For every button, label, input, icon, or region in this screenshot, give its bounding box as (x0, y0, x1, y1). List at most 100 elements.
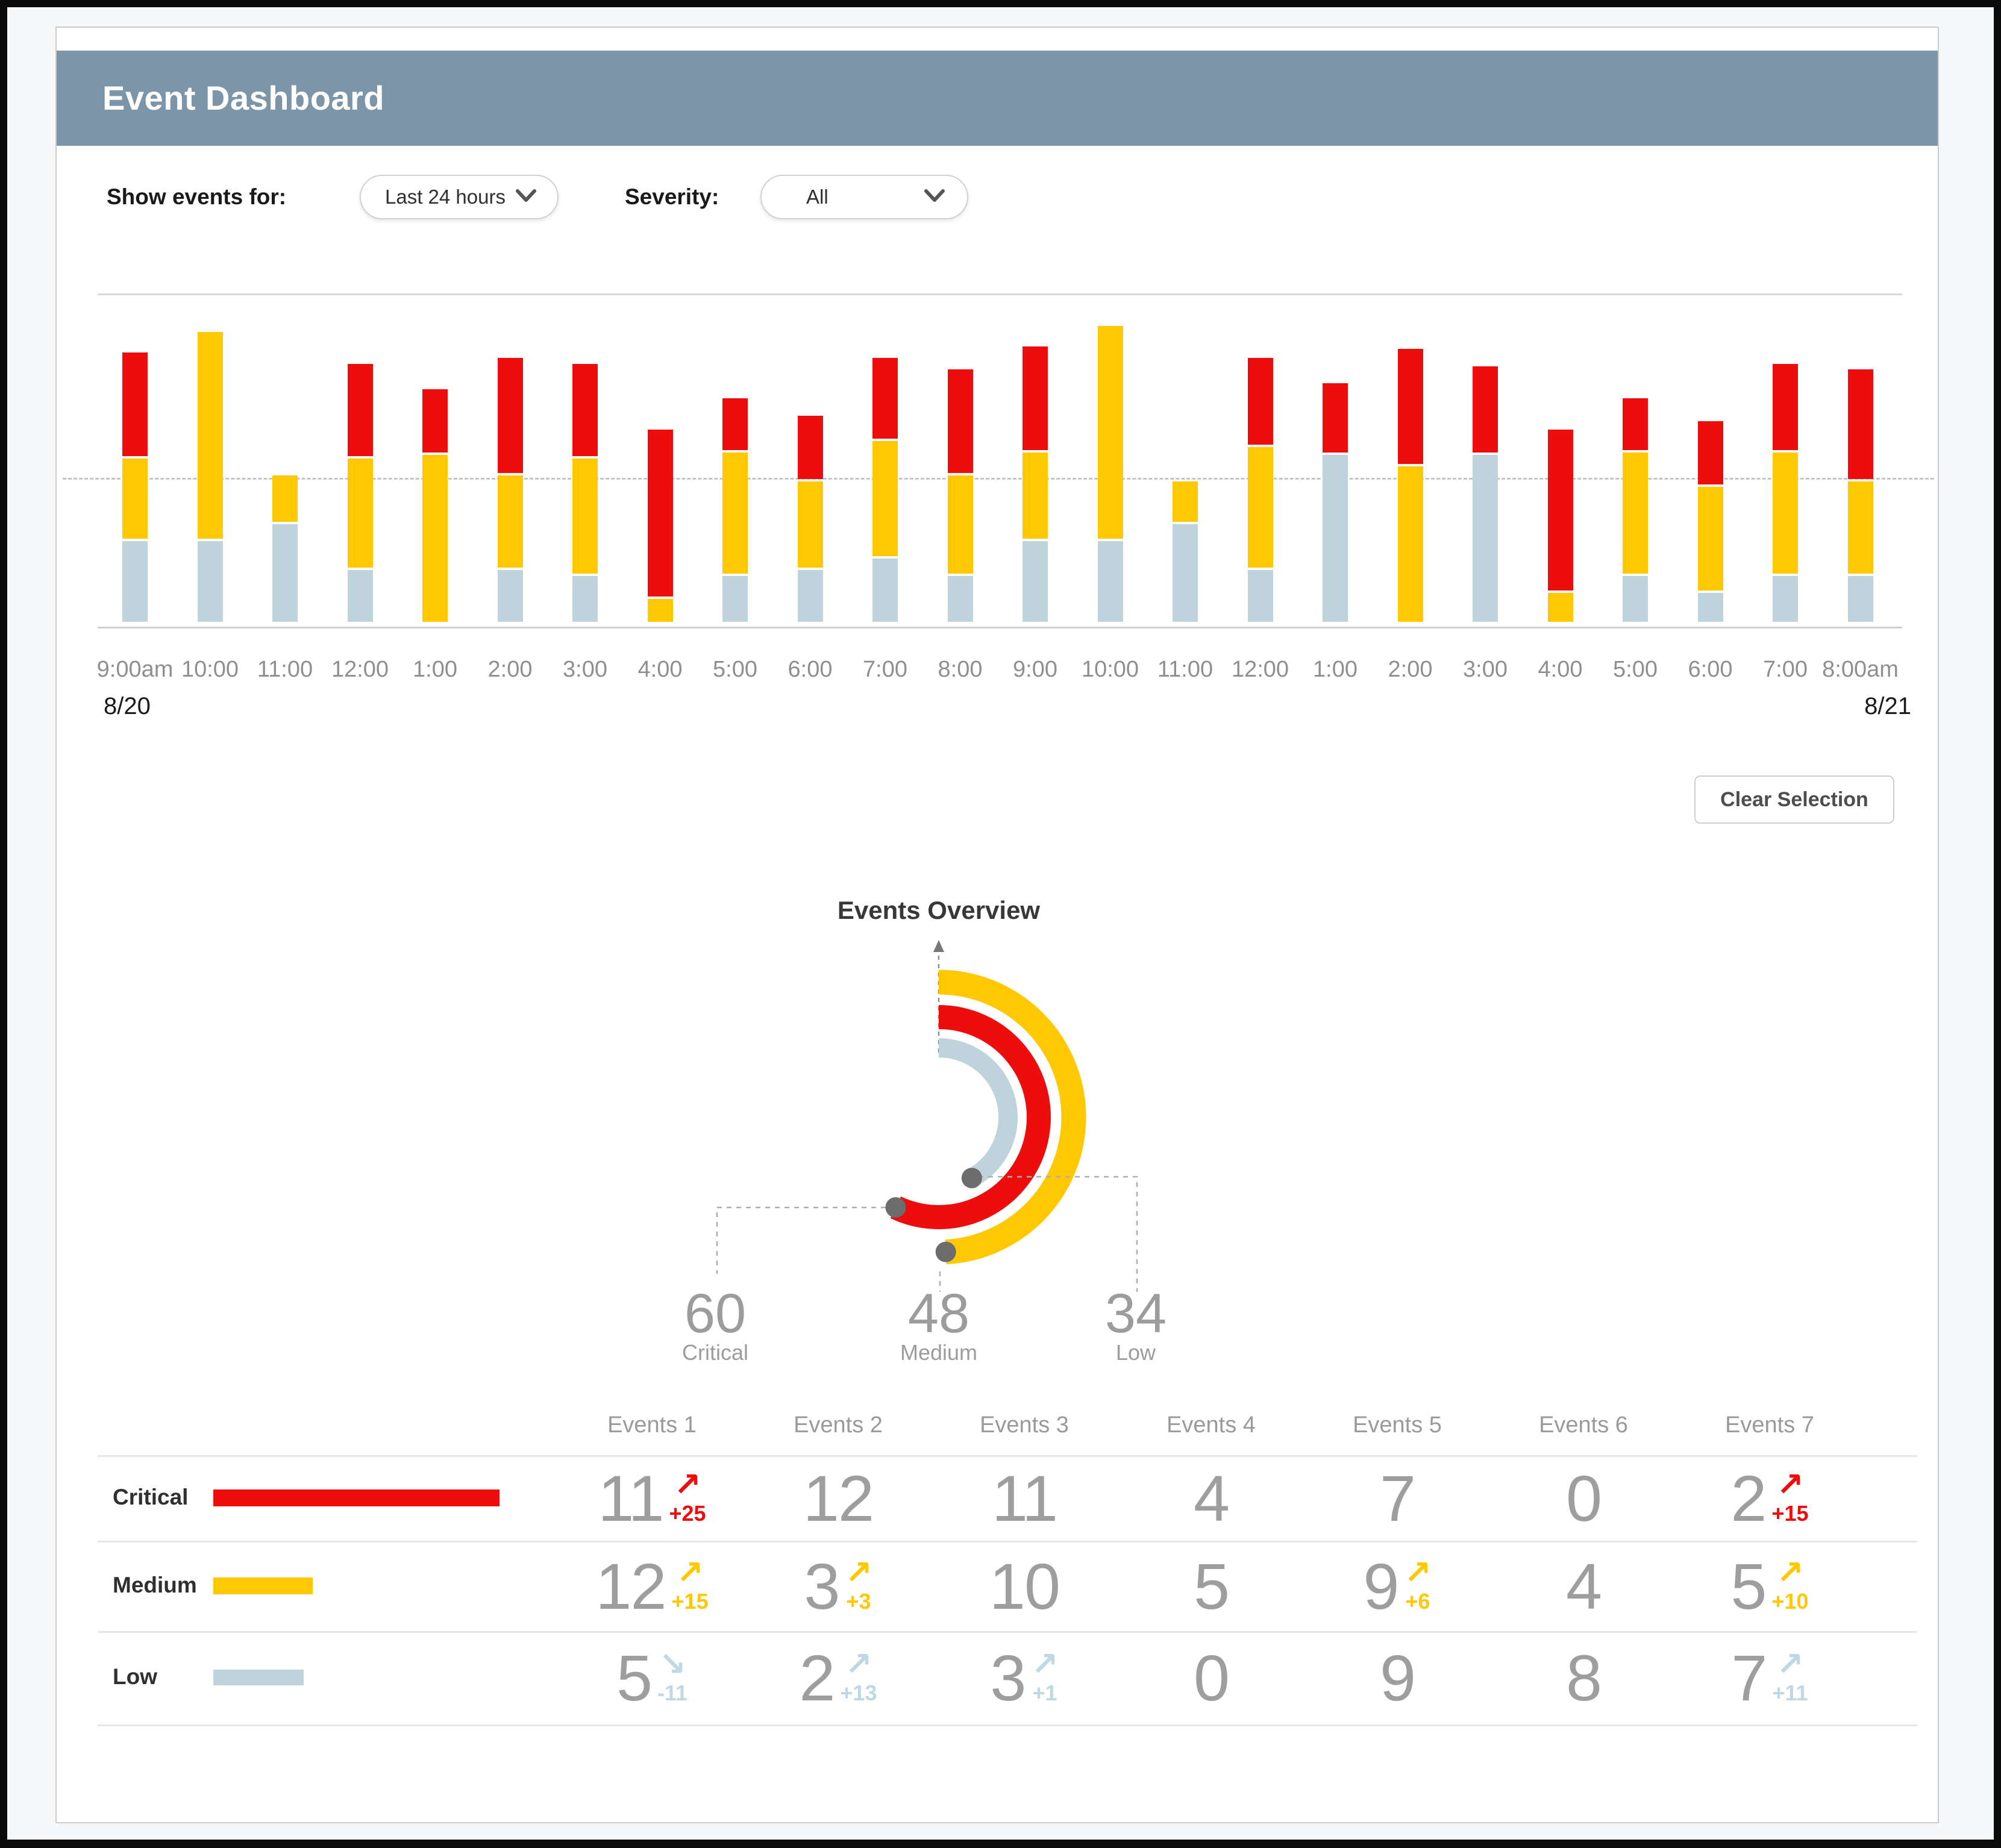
cell-value: 11 (598, 1461, 663, 1536)
table-cell: 7 (1304, 1455, 1491, 1541)
clear-selection-label: Clear Selection (1720, 788, 1868, 812)
bar-segment-critical (1398, 349, 1423, 464)
bar-segment-medium (948, 475, 973, 573)
bar-segment-medium (272, 475, 298, 521)
bar-segment-critical (872, 358, 898, 439)
cell-value: 10 (989, 1549, 1059, 1624)
bar-1:00-4[interactable] (422, 389, 448, 622)
bar-segment-medium (1022, 453, 1048, 539)
dashboard-card: Event Dashboard Show events for: Last 24… (55, 27, 1939, 1823)
bar-10:00-13[interactable] (1098, 326, 1123, 622)
bar-12:00-3[interactable] (348, 364, 373, 622)
trend-delta: +11 (1772, 1680, 1808, 1706)
table-cell: 3↗+1 (931, 1635, 1118, 1720)
page-background: Event Dashboard Show events for: Last 24… (7, 7, 1994, 1840)
threshold-gridline (63, 478, 1934, 480)
trend-up-arrow-icon: ↗ (674, 1470, 701, 1500)
bar-segment-critical (1022, 346, 1048, 450)
cell-value: 5 (1194, 1549, 1229, 1624)
table-cell: 0 (1490, 1455, 1677, 1541)
bar-6:00-21[interactable] (1698, 421, 1723, 622)
bar-segment-medium (798, 481, 823, 568)
bar-8:00am-23[interactable] (1848, 369, 1873, 622)
bar-segment-medium (648, 599, 673, 622)
table-cell: 11 (931, 1455, 1118, 1541)
bar-segment-medium (572, 459, 598, 574)
bar-10:00-1[interactable] (198, 332, 223, 622)
row-label-medium: Medium (113, 1573, 197, 1598)
bar-segment-medium (1773, 453, 1798, 574)
show-events-label: Show events for: (107, 175, 286, 219)
cell-value: 2 (1730, 1461, 1765, 1536)
bar-segment-medium (198, 332, 223, 539)
severity-dropdown[interactable]: All (760, 175, 968, 219)
trend-indicator: ↗+13 (841, 1649, 877, 1706)
bar-segment-low (948, 576, 973, 622)
trend-delta: +25 (669, 1501, 706, 1526)
cell-value: 2 (799, 1640, 834, 1715)
trend-delta: +13 (841, 1680, 877, 1706)
table-col-header: Events 5 (1304, 1412, 1491, 1438)
gauge-critical-label: Critical (625, 1340, 806, 1365)
table-col-header: Events 7 (1676, 1412, 1863, 1438)
table-cell: 11 ↗+25 (559, 1455, 745, 1541)
bar-segment-critical (1548, 430, 1573, 590)
trend-indicator: ↗+11 (1772, 1649, 1808, 1706)
bar-segment-critical (1773, 364, 1798, 450)
bar-7:00-22[interactable] (1773, 364, 1798, 622)
table-cell: 9↗+6 (1304, 1543, 1491, 1629)
bar-5:00-20[interactable] (1623, 398, 1648, 622)
bar-segment-critical (122, 352, 148, 456)
bar-4:00-7[interactable] (648, 430, 673, 622)
trend-down-arrow-icon: ↘ (659, 1649, 686, 1679)
bar-12:00-15[interactable] (1248, 358, 1273, 622)
table-cell: 9 (1304, 1635, 1491, 1720)
bar-3:00-18[interactable] (1473, 366, 1498, 622)
table-divider (98, 1541, 1917, 1543)
table-col-header: Events 6 (1490, 1412, 1677, 1438)
bar-segment-low (198, 541, 223, 622)
cell-value: 5 (616, 1640, 651, 1715)
bar-segment-medium (1623, 453, 1648, 574)
cell-value: 9 (1380, 1640, 1415, 1715)
header-bar: Event Dashboard (57, 51, 1938, 146)
gauge-low-label: Low (1045, 1340, 1226, 1365)
bar-segment-low (1698, 593, 1723, 622)
clear-selection-button[interactable]: Clear Selection (1694, 775, 1894, 824)
bar-7:00-10[interactable] (872, 358, 898, 622)
gauge-low-value: 34 (1045, 1282, 1226, 1345)
bar-segment-low (798, 570, 823, 622)
bar-4:00-19[interactable] (1548, 430, 1573, 622)
bar-9:00-12[interactable] (1022, 346, 1048, 622)
bar-11:00-14[interactable] (1173, 481, 1198, 622)
bar-8:00-11[interactable] (948, 369, 973, 622)
time-range-dropdown[interactable]: Last 24 hours (360, 175, 559, 219)
gauge-medium-label: Medium (848, 1340, 1029, 1365)
bar-9:00am-0[interactable] (122, 352, 148, 622)
cell-value: 5 (1730, 1549, 1765, 1624)
trend-delta: -11 (657, 1680, 687, 1706)
bar-3:00-6[interactable] (572, 364, 598, 622)
bar-segment-critical (798, 416, 823, 479)
bar-11:00-2[interactable] (272, 475, 298, 622)
table-cell: 5 (1118, 1543, 1304, 1629)
bar-2:00-17[interactable] (1398, 349, 1423, 622)
table-cell: 4 (1490, 1543, 1677, 1629)
time-axis-label: 8:00am (1815, 657, 1906, 683)
trend-up-arrow-icon: ↗ (1404, 1558, 1431, 1588)
bar-5:00-8[interactable] (722, 398, 748, 622)
trend-delta: +1 (1033, 1680, 1057, 1706)
table-cell: 4 (1118, 1455, 1304, 1541)
cell-value: 4 (1194, 1461, 1229, 1536)
bar-6:00-9[interactable] (798, 416, 823, 622)
bar-2:00-5[interactable] (498, 358, 523, 622)
bar-segment-low (1022, 541, 1048, 622)
chevron-down-icon (515, 188, 537, 207)
bar-segment-low (722, 576, 748, 622)
chart-top-border (98, 293, 1902, 295)
bar-1:00-16[interactable] (1323, 383, 1348, 622)
axis-day-start-label: 8/20 (104, 693, 151, 720)
table-cell: 10 (931, 1543, 1118, 1629)
severity-value: All (806, 186, 828, 208)
trend-delta: +3 (847, 1589, 871, 1614)
